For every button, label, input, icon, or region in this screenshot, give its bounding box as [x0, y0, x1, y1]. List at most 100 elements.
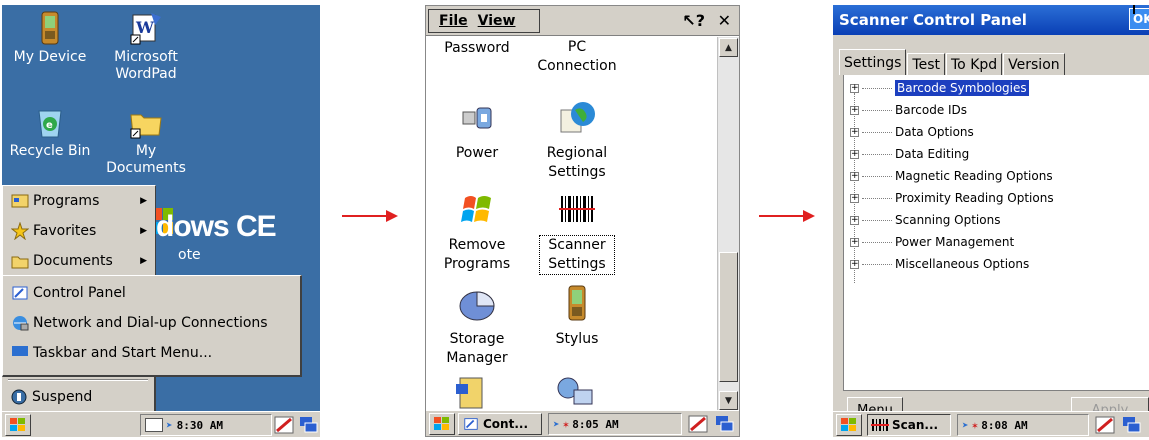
menu-container: File View	[428, 9, 540, 33]
cp-item-scanner-settings[interactable]: Scanner Settings	[529, 190, 625, 275]
desktop-icon-my-documents[interactable]: My Documents	[98, 105, 194, 177]
cp-item-regional-settings[interactable]: Regional Settings	[529, 98, 625, 182]
task-label: Scan...	[892, 418, 939, 432]
clock[interactable]: 8:30 AM	[177, 419, 223, 432]
scroll-up-icon[interactable]: ▲	[719, 38, 738, 57]
menu-item-taskbar[interactable]: Taskbar and Start Menu...	[3, 340, 300, 365]
cp-item-label: Regional Settings	[546, 145, 608, 180]
settings-tree[interactable]: + Barcode Symbologies + Barcode IDs + Data …	[843, 75, 1149, 391]
menu-item-suspend[interactable]: Suspend	[2, 384, 154, 409]
start-button[interactable]	[5, 413, 31, 436]
tab-strip: Settings Test To Kpd Version	[839, 49, 1066, 75]
tree-node[interactable]: + Proximity Reading Options	[850, 187, 1054, 209]
network-settings-icon[interactable]	[554, 374, 594, 410]
programs-icon	[11, 194, 29, 207]
menu-item-favorites[interactable]: Favorites ▶	[3, 218, 155, 243]
cp-item-storage-manager[interactable]: Storage Manager	[429, 284, 525, 368]
cp-item-stylus[interactable]: Stylus	[529, 284, 625, 349]
clock[interactable]: 8:08 AM	[981, 419, 1027, 432]
expand-icon: +	[850, 214, 859, 225]
connection-icon[interactable]: ➤	[166, 419, 173, 432]
cp-item-power[interactable]: Power	[429, 98, 525, 163]
menu-item-programs[interactable]: Programs ▶	[3, 188, 155, 213]
menu-item-label: Favorites	[33, 222, 97, 239]
wallpaper-text: dows CE	[156, 210, 277, 243]
task-control-panel[interactable]: Cont...	[458, 413, 542, 435]
tree-node[interactable]: + Magnetic Reading Options	[850, 165, 1053, 187]
system-icon[interactable]	[454, 374, 490, 410]
documents-icon	[11, 256, 29, 268]
close-icon[interactable]: ✕	[718, 11, 731, 30]
scanner-tray-icon[interactable]: ✶	[563, 418, 570, 431]
menu-file[interactable]: File	[439, 13, 468, 29]
connection-icon[interactable]: ➤	[553, 418, 560, 431]
desktop-icon-wordpad[interactable]: W Microsoft WordPad	[98, 11, 194, 83]
clock[interactable]: 8:05 AM	[572, 418, 618, 431]
start-menu-suspend-area: Suspend	[2, 377, 156, 411]
windows-switch-icon[interactable]	[1121, 415, 1141, 435]
desktop-icon-my-device[interactable]: My Device	[2, 11, 98, 66]
cursor-line	[1133, 5, 1135, 14]
menu-view[interactable]: View	[478, 13, 516, 29]
suspend-icon	[11, 389, 27, 404]
pen-icon[interactable]	[274, 415, 294, 435]
tree-node-label: Miscellaneous Options	[895, 257, 1030, 271]
windows-flag-icon	[10, 417, 25, 431]
menu-item-documents[interactable]: Documents ▶	[3, 248, 155, 273]
tree-node[interactable]: + Power Management	[850, 231, 1014, 253]
tree-node[interactable]: + Barcode IDs	[850, 99, 967, 121]
scroll-thumb[interactable]	[719, 252, 738, 382]
desktop-icon-label: Microsoft WordPad	[114, 49, 178, 82]
scanner-tray-icon[interactable]: ✶	[972, 419, 979, 432]
expand-icon: +	[850, 104, 859, 115]
menu-item-network[interactable]: Network and Dial-up Connections	[3, 310, 300, 335]
keyboard-icon[interactable]	[145, 418, 163, 432]
start-button[interactable]	[429, 412, 455, 435]
cp-item-pc-connection[interactable]: PC Connection	[529, 20, 625, 76]
pen-icon[interactable]	[1095, 415, 1115, 435]
task-scanner[interactable]: Scan...	[867, 414, 951, 436]
window-title: Scanner Control Panel	[839, 11, 1027, 29]
expand-icon: +	[850, 170, 859, 181]
svg-text:e: e	[46, 120, 53, 131]
tab-test[interactable]: Test	[907, 53, 945, 75]
storage-icon	[459, 291, 495, 321]
pen-icon[interactable]	[688, 414, 708, 434]
tree-node-label: Data Editing	[895, 147, 970, 161]
tree-node[interactable]: + Data Options	[850, 121, 974, 143]
cp-item-label: Power	[455, 145, 499, 161]
desktop-icon-recycle-bin[interactable]: e Recycle Bin	[2, 105, 98, 160]
recycle-bin-icon: e	[38, 110, 62, 138]
tab-settings[interactable]: Settings	[839, 49, 907, 75]
help-icon[interactable]: ↖?	[682, 11, 705, 30]
menu-item-label: Programs	[33, 192, 100, 209]
cp-item-password[interactable]: Password	[429, 39, 525, 58]
windows-switch-icon[interactable]	[714, 414, 734, 434]
windows-switch-icon[interactable]	[298, 415, 318, 435]
expand-icon: +	[850, 236, 859, 247]
tree-node[interactable]: + Data Editing	[850, 143, 969, 165]
cp-item-label: Storage Manager	[446, 331, 508, 366]
tree-node[interactable]: + Scanning Options	[850, 209, 1000, 231]
cp-item-remove-programs[interactable]: Remove Programs	[429, 190, 525, 274]
expand-icon: +	[850, 82, 859, 93]
vertical-scrollbar[interactable]: ▲ ▼	[717, 37, 739, 411]
star-icon	[11, 221, 29, 240]
start-button[interactable]	[836, 413, 862, 436]
scroll-down-icon[interactable]: ▼	[719, 391, 738, 410]
expand-icon: +	[850, 258, 859, 269]
flow-arrow-icon	[759, 210, 815, 222]
tab-to-kpd[interactable]: To Kpd	[946, 53, 1003, 75]
control-panel-icon	[464, 418, 478, 430]
menu-item-control-panel[interactable]: Control Panel	[3, 280, 300, 305]
tree-node[interactable]: + Miscellaneous Options	[850, 253, 1029, 275]
system-tray: ➤ ✶ 8:05 AM	[548, 413, 682, 435]
ok-button[interactable]: OK	[1129, 8, 1149, 30]
tree-node-label: Proximity Reading Options	[895, 191, 1054, 205]
flow-arrow-icon	[342, 210, 398, 222]
tab-version[interactable]: Version	[1003, 53, 1065, 75]
barcode-icon	[871, 419, 889, 431]
wordpad-icon: W	[130, 13, 161, 45]
tree-node[interactable]: + Barcode Symbologies	[850, 77, 1029, 99]
connection-icon[interactable]: ➤	[962, 419, 969, 432]
